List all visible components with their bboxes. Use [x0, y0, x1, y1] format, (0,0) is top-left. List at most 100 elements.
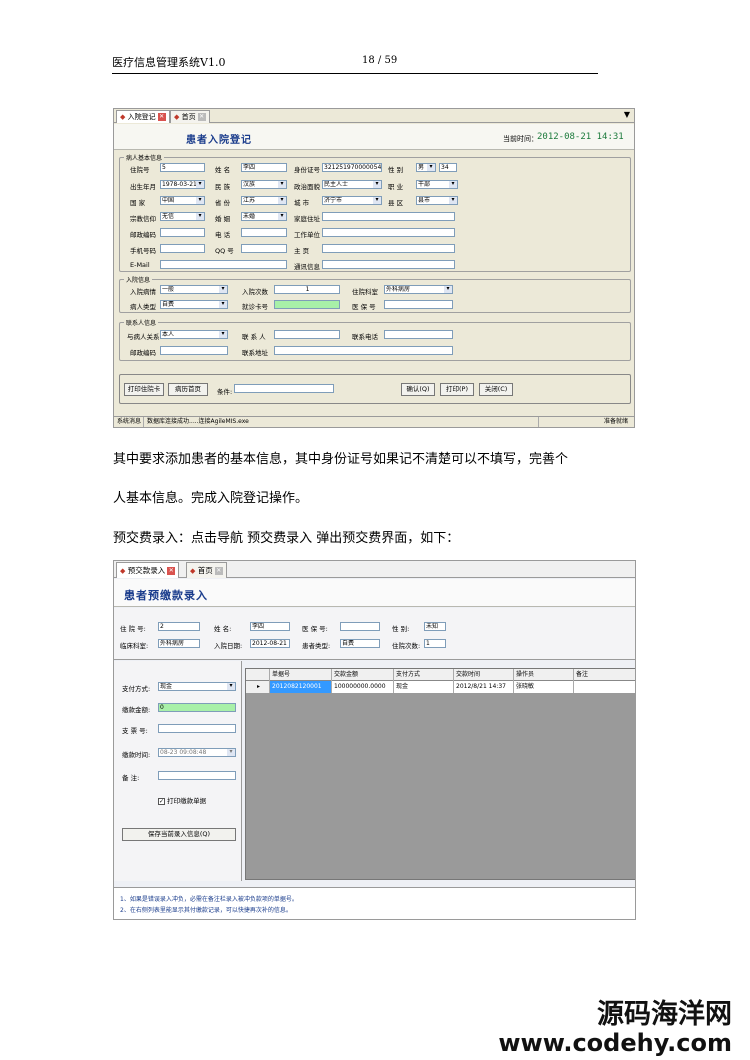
print-card-button[interactable]: 打印住院卡	[124, 383, 164, 396]
voucher-field[interactable]	[158, 724, 236, 733]
birth-select[interactable]: 1978-03-21	[160, 180, 205, 189]
phone-field[interactable]	[241, 228, 287, 237]
dept-field[interactable]: 外科病房	[158, 639, 200, 648]
close-icon[interactable]: ✕	[197, 113, 206, 121]
time-value: 2012-08-21 14:31	[537, 132, 624, 142]
column-header[interactable]: 备注	[574, 669, 635, 681]
contact-zip-field[interactable]	[160, 346, 228, 355]
pay-method-select[interactable]: 现金	[158, 682, 236, 691]
remark-field[interactable]	[158, 771, 236, 780]
name-field[interactable]: 李四	[250, 622, 290, 631]
address-field[interactable]	[322, 212, 455, 221]
inpatient-no-label: 住院号	[130, 166, 150, 174]
pay-method-cell[interactable]: 现金	[394, 681, 454, 693]
qq-field[interactable]	[241, 244, 287, 253]
inpatient-no-field[interactable]: 5	[160, 163, 205, 172]
patient-info-band: 住 院 号: 2 姓 名: 李四 医 保 号: 性 别: 未知 临床科室: 外科…	[114, 608, 635, 660]
name-field[interactable]: 李四	[241, 163, 287, 172]
politics-select[interactable]: 民主人士	[322, 180, 382, 189]
pay-time-cell[interactable]: 2012/8/21 14:37	[454, 681, 514, 693]
card-field[interactable]	[274, 300, 340, 309]
remark-cell[interactable]	[574, 681, 635, 693]
province-select[interactable]: 江苏	[241, 196, 287, 205]
inpatient-no-field[interactable]: 2	[158, 622, 200, 631]
checkbox-checked-icon[interactable]: ✓	[158, 797, 165, 805]
email-field[interactable]	[160, 260, 287, 269]
contact-field[interactable]	[322, 260, 455, 269]
diamond-icon: ◆	[190, 567, 196, 575]
work-label: 工作单位	[294, 231, 320, 239]
job-select[interactable]: 干部	[416, 180, 458, 189]
contact-address-field[interactable]	[274, 346, 453, 355]
print-receipt-checkbox[interactable]: ✓ 打印缴款单据	[158, 795, 206, 805]
amount-field[interactable]: 0	[158, 703, 236, 712]
basic-info-group: 病人基本信息 住院号 5 姓 名 李四 身份证号 321251970000054…	[119, 153, 631, 272]
homepage-field[interactable]	[322, 244, 455, 253]
insurance-field[interactable]	[340, 622, 380, 631]
tab-admission[interactable]: ◆ 入院登记 ✕	[116, 110, 170, 123]
table-row[interactable]: ▸ 2012082120001 100000000.0000 现金 2012/8…	[246, 681, 635, 693]
group-title: 入院信息	[124, 275, 153, 284]
gender-select[interactable]: 男	[416, 163, 436, 172]
tab-bar: ◆ 入院登记 ✕ ◆ 首页 ✕ ▼	[114, 109, 634, 123]
menu-arrow-icon[interactable]: ▼	[624, 110, 630, 119]
print-first-page-button[interactable]: 病历首页	[168, 383, 208, 396]
column-header[interactable]: 单据号	[270, 669, 332, 681]
mobile-field[interactable]	[160, 244, 205, 253]
work-field[interactable]	[322, 228, 455, 237]
watermark-cn: 源码海洋网	[597, 999, 732, 1030]
save-entry-button[interactable]: 保存当前录入信息(Q)	[122, 828, 236, 841]
patient-type-field[interactable]: 自费	[340, 639, 380, 648]
column-header[interactable]: 支付方式	[394, 669, 454, 681]
close-button[interactable]: 关闭(C)	[479, 383, 513, 396]
close-icon[interactable]: ✕	[214, 567, 223, 575]
dept-select[interactable]: 外科病房	[384, 285, 453, 294]
tab-home[interactable]: ◆ 首页 ✕	[170, 110, 210, 123]
tab-home[interactable]: ◆ 首页 ✕	[186, 562, 227, 578]
diamond-icon: ◆	[174, 113, 180, 121]
close-icon[interactable]: ✕	[157, 113, 166, 121]
nation-select[interactable]: 汉族	[241, 180, 287, 189]
condition-field-label: 条件:	[217, 388, 233, 396]
times-field[interactable]: 1	[274, 285, 340, 294]
religion-select[interactable]: 无信	[160, 212, 205, 221]
patient-type-label: 患者类型:	[302, 642, 331, 650]
tab-prepayment[interactable]: ◆ 预交款录入 ✕	[116, 562, 180, 578]
receipt-no-cell[interactable]: 2012082120001	[270, 681, 332, 693]
operator-cell[interactable]: 张晓敏	[514, 681, 574, 693]
person-field[interactable]	[274, 330, 340, 339]
admission-form-screenshot: ◆ 入院登记 ✕ ◆ 首页 ✕ ▼ 患者入院登记 当前时间： 2012-08-21 …	[113, 108, 635, 428]
marriage-select[interactable]: 未婚	[241, 212, 287, 221]
insurance-field[interactable]	[384, 300, 453, 309]
status-message-label: 系统消息	[114, 417, 144, 427]
city-select[interactable]: 济宁市	[322, 196, 382, 205]
country-select[interactable]: 中国	[160, 196, 205, 205]
column-header[interactable]: 交款时间	[454, 669, 514, 681]
amount-cell[interactable]: 100000000.0000	[332, 681, 394, 693]
date-field[interactable]: 2012-08-21	[250, 639, 290, 648]
column-header[interactable]: 操作员	[514, 669, 574, 681]
condition-field[interactable]	[234, 384, 334, 393]
diamond-icon: ◆	[120, 567, 126, 575]
type-select[interactable]: 自费	[160, 300, 228, 309]
contact-phone-field[interactable]	[384, 330, 453, 339]
district-select[interactable]: 县市	[416, 196, 458, 205]
ok-button[interactable]: 确认(Q)	[401, 383, 435, 396]
print-button[interactable]: 打印(P)	[440, 383, 474, 396]
times-field[interactable]: 1	[424, 639, 446, 648]
relation-select[interactable]: 本人	[160, 330, 228, 339]
zip-field[interactable]	[160, 228, 205, 237]
contact-info-group: 联系人信息 与病人关系 本人 联 系 人 联系电话 邮政编码 联系地址	[119, 318, 631, 361]
payment-entry-panel: 支付方式: 现金 缴款金额: 0 支 票 号: 缴款时间: 08-23 09:0…	[114, 661, 242, 881]
column-header[interactable]: 交款金额	[332, 669, 394, 681]
politics-label: 政治面貌	[294, 183, 320, 191]
province-label: 省 份	[215, 199, 231, 207]
age-field[interactable]: 34	[439, 163, 457, 172]
pay-time-picker[interactable]: 08-23 09:08:48	[158, 748, 236, 757]
gender-field[interactable]: 未知	[424, 622, 446, 631]
date-label: 入院日期:	[214, 642, 243, 650]
id-field[interactable]: 3212519700000542	[322, 163, 382, 172]
group-title: 联系人信息	[124, 318, 159, 327]
close-icon[interactable]: ✕	[167, 567, 176, 575]
condition-select[interactable]: 一般	[160, 285, 228, 294]
